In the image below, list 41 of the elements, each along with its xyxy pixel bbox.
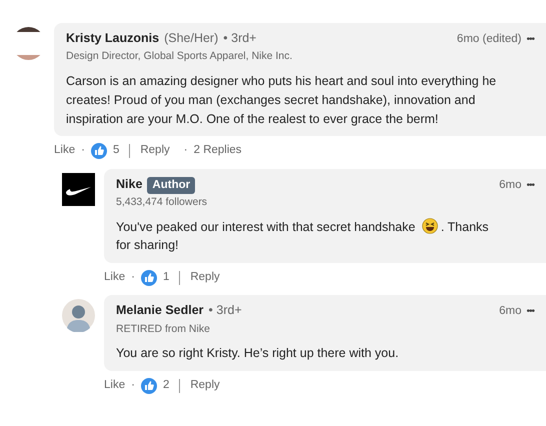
timestamp: 6mo bbox=[499, 304, 522, 320]
separator-dot: · bbox=[131, 378, 135, 393]
comment-text: Carson is an amazing designer who puts his heart and soul into everything he creates! Proud of you man (exchanges secret handshake), innovation and inspiration are your M.O. One of the realest to ever grace the berm! bbox=[66, 74, 496, 126]
like-button[interactable]: Like bbox=[104, 377, 126, 394]
comment-text: . Thanks bbox=[440, 220, 489, 234]
headline-text: RETIRED from Nike bbox=[116, 322, 211, 336]
separator-dot: · bbox=[81, 143, 85, 158]
author-name[interactable]: Nike bbox=[116, 174, 142, 194]
more-options-menu[interactable]: ••• bbox=[526, 178, 534, 192]
reaction-count[interactable]: 5 bbox=[112, 142, 120, 160]
separator-dot: · bbox=[131, 270, 135, 285]
author-name[interactable]: Melanie Sedler bbox=[116, 301, 204, 320]
more-options-menu[interactable]: ••• bbox=[526, 32, 534, 47]
author-name[interactable]: Kristy Lauzonis bbox=[66, 29, 160, 48]
reply-button[interactable]: Reply bbox=[140, 142, 170, 160]
connection-degree: • 3rd+ bbox=[208, 302, 242, 320]
comment-text: for sharing! bbox=[116, 238, 179, 252]
like-button[interactable]: Like bbox=[104, 269, 126, 286]
comment-text: You are so right Kristy. He’s right up there with you. bbox=[116, 346, 399, 360]
timestamp: 6mo bbox=[499, 178, 522, 192]
avatar-icon[interactable] bbox=[62, 299, 95, 332]
more-options-menu[interactable]: ••• bbox=[526, 304, 534, 320]
replies-link[interactable]: 2 Replies bbox=[194, 142, 242, 160]
connection-degree: • 3rd+ bbox=[223, 30, 256, 47]
laughing-emoji-icon bbox=[422, 218, 438, 234]
reaction-count[interactable]: 1 bbox=[162, 269, 170, 286]
swoosh-logo[interactable] bbox=[62, 172, 95, 206]
like-reaction-icon bbox=[90, 142, 107, 159]
like-button[interactable]: Like bbox=[54, 142, 76, 160]
reply-button[interactable]: Reply bbox=[190, 377, 220, 394]
separator-dot: · bbox=[184, 143, 188, 158]
like-reaction-icon bbox=[140, 270, 157, 286]
like-reaction-icon bbox=[140, 378, 157, 394]
timestamp: 6mo (edited) bbox=[456, 32, 522, 47]
headline-text: Design Director, Global Sports Apparel, Nike Inc. bbox=[66, 49, 294, 64]
author-badge: Author bbox=[147, 176, 196, 194]
reaction-count[interactable]: 2 bbox=[162, 377, 170, 394]
comment-text: You've peaked our interest with that secret handshake bbox=[116, 220, 416, 234]
headline-text: 5,433,474 followers bbox=[116, 194, 208, 210]
reply-button[interactable]: Reply bbox=[190, 269, 220, 286]
pronouns-label: (She/Her) bbox=[164, 30, 218, 47]
